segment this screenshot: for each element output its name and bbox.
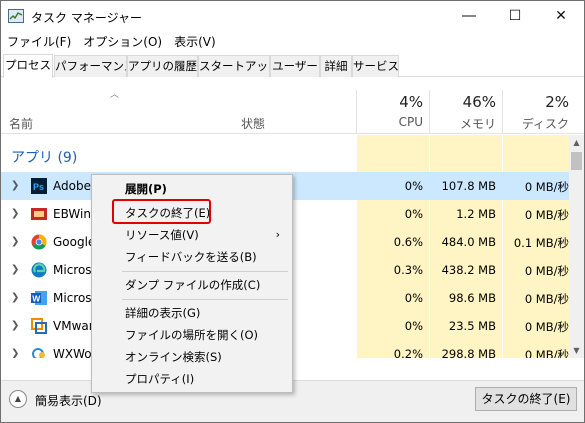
menu-view[interactable]: 表示(V) [168, 33, 222, 51]
column-divider [429, 90, 430, 134]
word-icon: W [31, 290, 47, 306]
column-header: ︿ 名前 状態 4% CPU 46% メモリ 2% ディスク [1, 78, 584, 134]
column-memory[interactable]: メモリ [460, 115, 496, 132]
cpu-value: 0% [404, 179, 423, 193]
menu-separator [122, 299, 288, 300]
menu-options[interactable]: オプション(O) [77, 33, 168, 51]
expand-chevron-icon[interactable]: ❯ [11, 320, 19, 331]
memory-value: 23.5 MB [448, 319, 496, 333]
vmware-icon [31, 318, 47, 334]
wxwork-icon [31, 346, 47, 358]
disk-value: 0 MB/秒 [524, 292, 569, 306]
svg-text:W: W [32, 294, 41, 304]
svg-text:Ps: Ps [33, 182, 44, 192]
menu-bar: ファイル(F) オプション(O) 表示(V) [1, 33, 222, 51]
column-divider [356, 90, 357, 134]
column-divider [502, 90, 503, 134]
memory-value: 1.2 MB [456, 207, 496, 221]
memory-total-percent[interactable]: 46% [463, 93, 496, 111]
cpu-value: 0% [404, 291, 423, 305]
group-header-apps[interactable]: アプリ (9) [11, 147, 77, 167]
menu-item-search-online[interactable]: オンライン検索(S) [92, 346, 292, 368]
menu-item-label: リソース値(V) [125, 228, 199, 242]
disk-value: 0 MB/秒 [524, 208, 569, 222]
memory-value: 98.6 MB [448, 291, 496, 305]
disk-value: 0.1 MB/秒 [513, 236, 569, 250]
tab-services[interactable]: サービス [352, 55, 399, 77]
menu-item-open-file-location[interactable]: ファイルの場所を開く(O) [92, 324, 292, 346]
disk-value: 0 MB/秒 [524, 348, 569, 358]
menu-item-end-task[interactable]: タスクの終了(E) [92, 202, 292, 224]
tab-startup[interactable]: スタートアップ [198, 55, 270, 77]
context-menu: 展開(P) タスクの終了(E) リソース値(V) › フィードバックを送る(B)… [91, 174, 293, 393]
disk-value: 0 MB/秒 [524, 320, 569, 334]
scroll-down-icon[interactable]: ▼ [569, 343, 584, 358]
cpu-value: 0.2% [393, 347, 423, 358]
process-name: VMwar [53, 319, 94, 333]
task-manager-app-icon [8, 9, 24, 23]
memory-value: 438.2 MB [441, 263, 496, 277]
expand-chevron-icon[interactable]: ❯ [11, 348, 19, 358]
cpu-value: 0.3% [393, 263, 423, 277]
tab-app-history[interactable]: アプリの履歴 [127, 55, 198, 77]
tab-users[interactable]: ユーザー [270, 55, 320, 77]
column-name[interactable]: 名前 [9, 115, 33, 132]
expand-chevron-icon[interactable]: ❯ [11, 264, 19, 275]
column-disk[interactable]: ディスク [522, 115, 569, 132]
process-name: Google [53, 235, 96, 249]
tab-details[interactable]: 詳細 [320, 55, 352, 77]
expand-chevron-icon[interactable]: ❯ [11, 236, 19, 247]
submenu-arrow-icon: › [275, 228, 280, 241]
scroll-up-icon[interactable]: ▲ [569, 135, 584, 150]
menu-separator [122, 271, 288, 272]
process-name: EBWin [53, 207, 91, 221]
expand-chevron-icon[interactable]: ❯ [11, 208, 19, 219]
vertical-scrollbar[interactable]: ▲ ▼ [569, 135, 584, 358]
column-status[interactable]: 状態 [241, 115, 265, 132]
memory-value: 107.8 MB [441, 179, 496, 193]
menu-item-expand[interactable]: 展開(P) [92, 178, 292, 200]
memory-value: 484.0 MB [441, 235, 496, 249]
menu-item-go-to-details[interactable]: 詳細の表示(G) [92, 302, 292, 324]
photoshop-icon: Ps [31, 178, 47, 194]
scrollbar-thumb[interactable] [571, 152, 582, 170]
disk-total-percent[interactable]: 2% [545, 93, 569, 111]
end-task-button[interactable]: タスクの終了(E) [475, 387, 577, 411]
menu-file[interactable]: ファイル(F) [1, 33, 77, 51]
chrome-icon [31, 234, 47, 250]
edge-icon [31, 262, 47, 278]
process-name: Micros [53, 291, 92, 305]
title-bar: タスク マネージャー ― ☐ ✕ [1, 1, 584, 31]
tab-strip: プロセス パフォーマンス アプリの履歴 スタートアップ ユーザー 詳細 サービス [1, 54, 584, 78]
fewer-details-link[interactable]: 簡易表示(D) [35, 392, 102, 409]
collapse-up-icon[interactable]: ▲ [9, 390, 27, 408]
maximize-button[interactable]: ☐ [492, 1, 538, 31]
menu-item-properties[interactable]: プロパティ(I) [92, 368, 292, 390]
cpu-value: 0.6% [393, 235, 423, 249]
menu-item-create-dump[interactable]: ダンプ ファイルの作成(C) [92, 274, 292, 296]
expand-chevron-icon[interactable]: ❯ [11, 292, 19, 303]
sort-ascending-icon: ︿ [110, 90, 120, 100]
process-name: Adobe [53, 179, 91, 193]
tab-processes[interactable]: プロセス [3, 54, 53, 78]
close-button[interactable]: ✕ [538, 1, 584, 31]
memory-value: 298.8 MB [441, 347, 496, 358]
ebwin-icon [31, 206, 47, 222]
cpu-value: 0% [404, 207, 423, 221]
window-title: タスク マネージャー [31, 11, 142, 25]
cpu-total-percent[interactable]: 4% [399, 93, 423, 111]
tab-performance[interactable]: パフォーマンス [54, 55, 127, 77]
disk-value: 0 MB/秒 [524, 180, 569, 194]
menu-item-resource-values[interactable]: リソース値(V) › [92, 224, 292, 246]
cpu-value: 0% [404, 319, 423, 333]
minimize-button[interactable]: ― [446, 1, 492, 31]
expand-chevron-icon[interactable]: ❯ [11, 180, 19, 191]
menu-item-send-feedback[interactable]: フィードバックを送る(B) [92, 246, 292, 268]
task-manager-window: タスク マネージャー ― ☐ ✕ ファイル(F) オプション(O) 表示(V) … [0, 0, 585, 423]
process-name: WXWo [53, 347, 92, 358]
disk-value: 0 MB/秒 [524, 264, 569, 278]
column-cpu[interactable]: CPU [399, 115, 423, 129]
process-name: Micros [53, 263, 92, 277]
